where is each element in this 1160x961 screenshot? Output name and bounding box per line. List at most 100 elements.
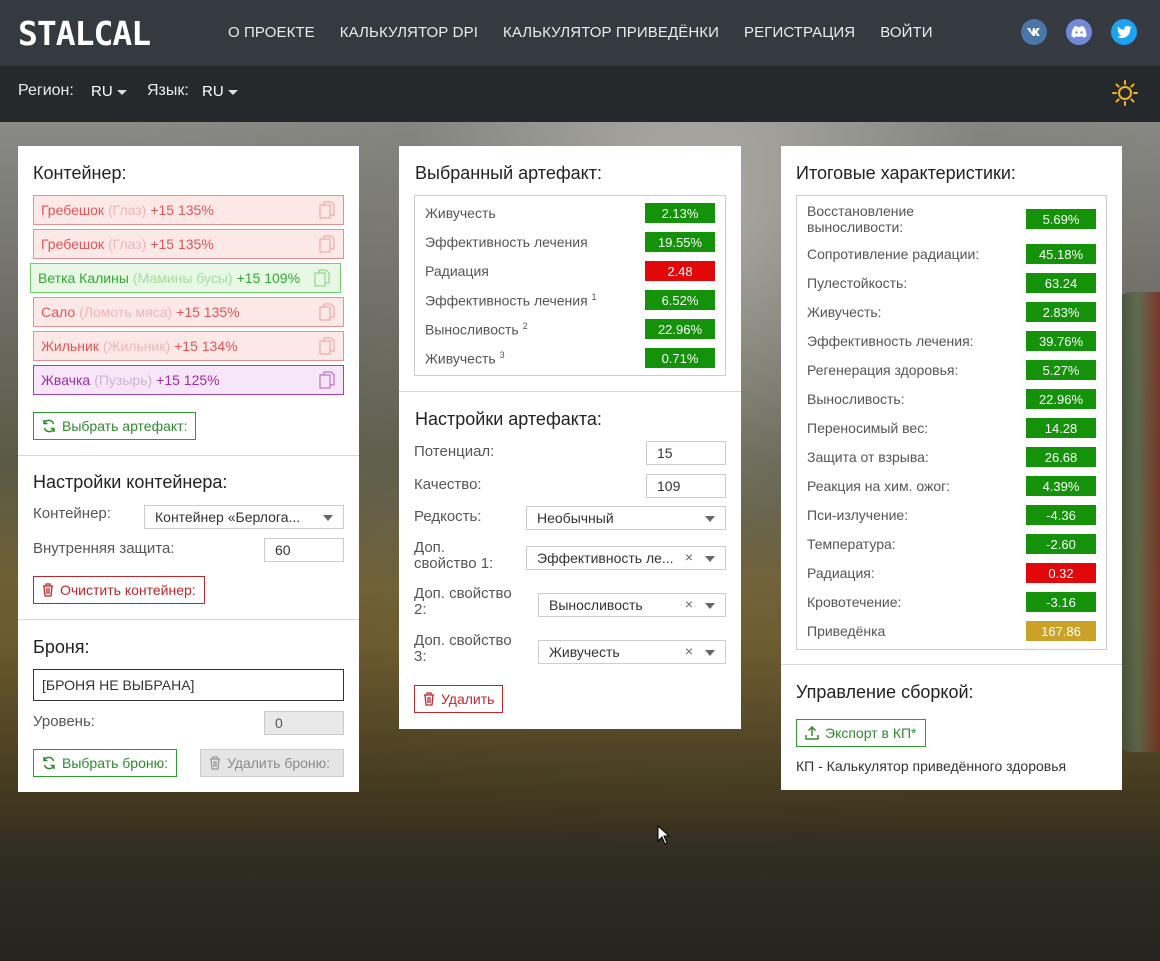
clear-container-button[interactable]: Очистить контейнер:: [33, 576, 205, 604]
copy-icon[interactable]: [314, 269, 330, 287]
main-nav: О ПРОЕКТЕ КАЛЬКУЛЯТОР DPI КАЛЬКУЛЯТОР ПР…: [228, 24, 958, 41]
total-stat-value: 14.28: [1026, 418, 1096, 438]
stat-label: Эффективность лечения: [425, 234, 588, 250]
container-type-label: Контейнер:: [33, 505, 111, 522]
caret-down-icon: [705, 556, 715, 562]
total-stat-label: Температура:: [807, 536, 896, 552]
container-title: Контейнер:: [33, 163, 127, 183]
artifact-origin: (Пузырь): [94, 372, 153, 388]
sun-icon[interactable]: [1112, 80, 1138, 106]
stat-label: Радиация: [425, 263, 489, 279]
stat-value: 2.13%: [645, 203, 715, 223]
total-stat-value: 2.83%: [1026, 302, 1096, 322]
extra-prop-3-label: Доп. свойство 3:: [414, 632, 512, 665]
extra-prop-2-value: Выносливость: [549, 597, 643, 613]
container-item-3[interactable]: Сало (Ломоть мяса) +15 135%: [33, 297, 344, 327]
region-dropdown[interactable]: RU: [91, 83, 127, 100]
nav-register[interactable]: РЕГИСТРАЦИЯ: [744, 24, 855, 41]
total-stat-value: 45.18%: [1026, 244, 1096, 264]
clear-icon[interactable]: ×: [685, 596, 693, 612]
armor-title: Броня:: [33, 637, 90, 657]
select-armor-button[interactable]: Выбрать броню:: [33, 749, 177, 777]
total-stat-value: -4.36: [1026, 505, 1096, 525]
stat-value: 6.52%: [645, 290, 715, 310]
armor-value: [БРОНЯ НЕ ВЫБРАНА]: [42, 677, 195, 693]
delete-artifact-button[interactable]: Удалить: [414, 685, 504, 713]
container-item-2[interactable]: Ветка Калины (Мамины бусы) +15 109%: [30, 263, 341, 293]
artifact-name: Жильник: [41, 338, 99, 354]
inner-protection-input[interactable]: 60: [264, 538, 344, 562]
total-stat-label: Реакция на хим. ожог:: [807, 478, 951, 494]
quality-input[interactable]: 109: [646, 474, 726, 498]
extra-prop-2-select[interactable]: Выносливость ×: [538, 593, 726, 617]
total-stat-label: Живучесть:: [807, 304, 882, 320]
extra-prop-1-label: Доп. свойство 1:: [414, 539, 494, 572]
nav-ehp-calculator[interactable]: КАЛЬКУЛЯТОР ПРИВЕДЁНКИ: [503, 24, 719, 41]
vk-icon[interactable]: [1021, 19, 1047, 45]
rarity-label: Редкость:: [414, 508, 482, 525]
armor-level-input[interactable]: 0: [264, 711, 344, 735]
caret-down-icon: [705, 650, 715, 656]
stat-value: 2.48: [645, 261, 715, 281]
total-stat-value: 4.39%: [1026, 476, 1096, 496]
artifact-bonus: +15 135%: [150, 202, 214, 218]
remove-armor-button[interactable]: Удалить броню:: [200, 749, 344, 777]
copy-icon[interactable]: [319, 201, 335, 219]
potential-input[interactable]: 15: [646, 441, 726, 465]
container-type-value: Контейнер «Берлога...: [155, 509, 301, 525]
divider: [399, 391, 741, 392]
copy-icon[interactable]: [319, 303, 335, 321]
container-item-4[interactable]: Жильник (Жильник) +15 134%: [33, 331, 344, 361]
rarity-value: Необычный: [537, 510, 614, 526]
container-item-1[interactable]: Гребешок (Глаз) +15 135%: [33, 229, 344, 259]
selected-artifact-title: Выбранный артефакт:: [415, 163, 602, 183]
extra-prop-1-select[interactable]: Эффективность ле... ×: [526, 546, 726, 570]
clear-icon[interactable]: ×: [685, 643, 693, 659]
upload-icon: [805, 726, 819, 740]
stat-footnote: 1: [591, 292, 597, 302]
stalcalc-logo[interactable]: STALCALC: [18, 14, 150, 50]
extra-prop-3-select[interactable]: Живучесть ×: [538, 640, 726, 664]
rarity-select[interactable]: Необычный: [526, 506, 726, 530]
select-artifact-button[interactable]: Выбрать артефакт:: [33, 412, 197, 440]
extra-prop-3-value: Живучесть: [549, 644, 620, 660]
artifact-settings-title: Настройки артефакта:: [415, 409, 602, 429]
region-label: Регион:: [18, 82, 74, 99]
language-dropdown[interactable]: RU: [202, 83, 238, 100]
copy-icon[interactable]: [319, 337, 335, 355]
artifact-bonus: +15 135%: [176, 304, 240, 320]
caret-down-icon: [705, 603, 715, 609]
container-item-0[interactable]: Гребешок (Глаз) +15 135%: [33, 195, 344, 225]
totals-title: Итоговые характеристики:: [796, 163, 1016, 183]
nav-dpi-calculator[interactable]: КАЛЬКУЛЯТОР DPI: [340, 24, 478, 41]
nav-about[interactable]: О ПРОЕКТЕ: [228, 24, 315, 41]
copy-icon[interactable]: [319, 371, 335, 389]
copy-icon[interactable]: [319, 235, 335, 253]
clear-icon[interactable]: ×: [685, 549, 693, 565]
artifact-bonus: +15 109%: [236, 270, 301, 286]
container-type-select[interactable]: Контейнер «Берлога...: [144, 505, 344, 529]
total-stat-value: 22.96%: [1026, 389, 1096, 409]
build-management-title: Управление сборкой:: [796, 682, 974, 702]
caret-down-icon: [323, 515, 333, 521]
artifact-bonus: +15 135%: [150, 236, 214, 252]
artifact-origin: (Глаз): [108, 202, 147, 218]
total-stat-label: Приведёнка: [807, 623, 886, 639]
language-label: Язык:: [147, 82, 189, 99]
armor-level-label: Уровень:: [33, 713, 95, 730]
armor-field[interactable]: [БРОНЯ НЕ ВЫБРАНА]: [33, 669, 344, 701]
twitter-icon[interactable]: [1111, 19, 1137, 45]
export-button[interactable]: Экспорт в КП*: [796, 719, 926, 747]
total-stat-label: Выносливость:: [807, 391, 905, 407]
container-item-5[interactable]: Жвачка (Пузырь) +15 125%: [33, 365, 344, 395]
artifact-name: Ветка Калины: [38, 270, 129, 286]
total-stat-value: 5.27%: [1026, 360, 1096, 380]
artifact-name: Гребешок: [41, 202, 104, 218]
discord-icon[interactable]: [1066, 19, 1092, 45]
region-value: RU: [91, 83, 113, 100]
stat-value: 22.96%: [645, 319, 715, 339]
artifact-bonus: +15 134%: [174, 338, 238, 354]
nav-login[interactable]: ВОЙТИ: [880, 24, 932, 41]
container-settings-title: Настройки контейнера:: [33, 472, 228, 492]
total-stat-value: 39.76%: [1026, 331, 1096, 351]
